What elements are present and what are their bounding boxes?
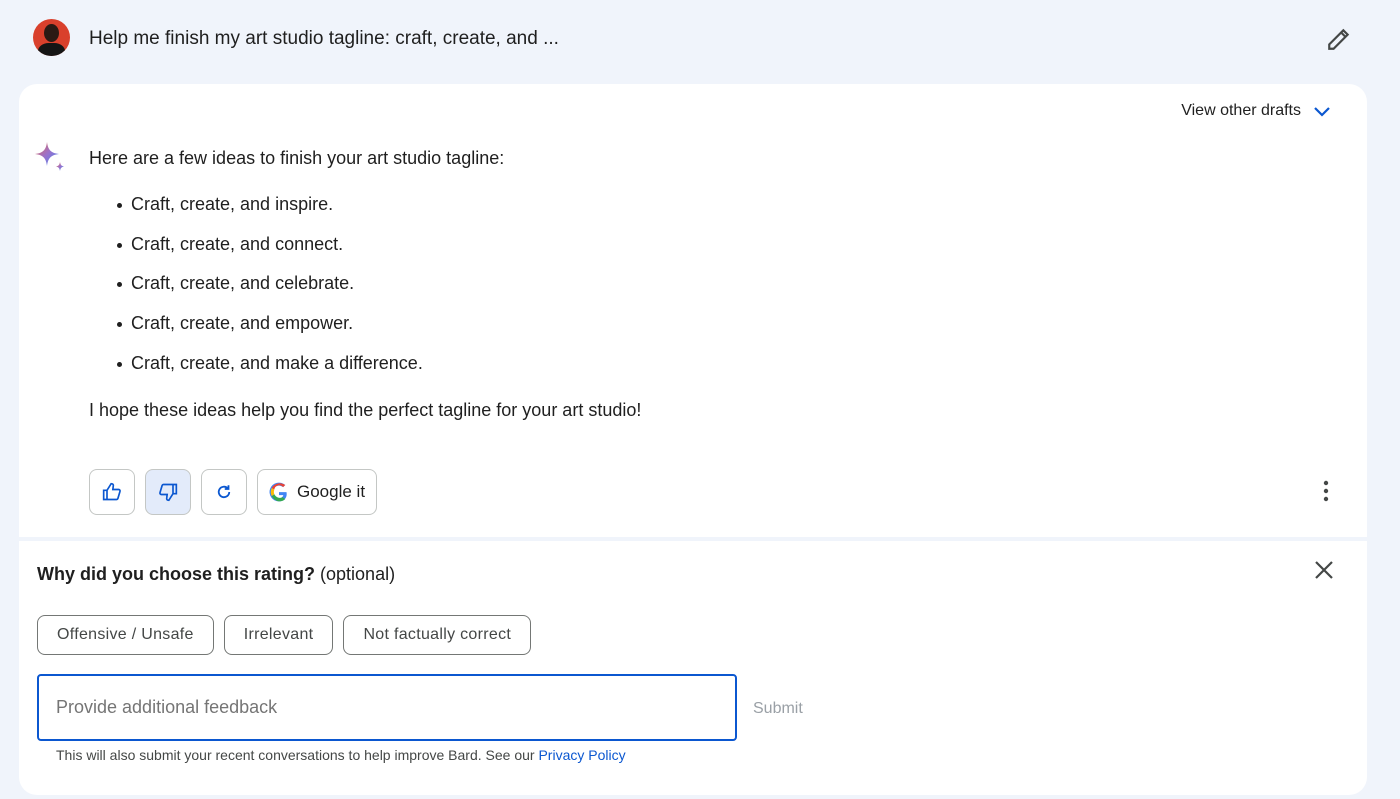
bard-sparkle-icon bbox=[35, 142, 64, 171]
list-item: Craft, create, and connect. bbox=[117, 234, 423, 274]
chip-not-factually-correct[interactable]: Not factually correct bbox=[343, 615, 532, 655]
chip-irrelevant[interactable]: Irrelevant bbox=[223, 615, 334, 655]
feedback-question: Why did you choose this rating? (optiona… bbox=[37, 564, 395, 585]
avatar bbox=[33, 19, 70, 56]
note-text: This will also submit your recent conver… bbox=[56, 747, 539, 763]
tagline-list: Craft, create, and inspire. Craft, creat… bbox=[117, 194, 423, 393]
google-it-label: Google it bbox=[297, 482, 366, 501]
list-item: Craft, create, and celebrate. bbox=[117, 273, 423, 313]
list-item: Craft, create, and inspire. bbox=[117, 194, 423, 234]
chevron-down-icon bbox=[1314, 107, 1330, 117]
thumbs-up-button[interactable] bbox=[89, 469, 135, 515]
submit-button[interactable]: Submit bbox=[753, 700, 803, 718]
refresh-icon bbox=[217, 485, 231, 499]
optional-label: (optional) bbox=[320, 564, 396, 584]
google-g-icon bbox=[269, 482, 287, 502]
list-item: Craft, create, and empower. bbox=[117, 313, 423, 353]
edit-pencil-icon[interactable] bbox=[1326, 26, 1352, 52]
question-text: Why did you choose this rating? bbox=[37, 564, 316, 584]
thumbs-up-icon bbox=[102, 482, 121, 501]
privacy-policy-link[interactable]: Privacy Policy bbox=[538, 747, 625, 763]
google-it-button[interactable]: Google it bbox=[257, 469, 378, 515]
feedback-input[interactable] bbox=[37, 674, 737, 741]
thumbs-down-button[interactable] bbox=[145, 469, 191, 515]
privacy-note: This will also submit your recent conver… bbox=[56, 747, 626, 763]
response-intro: Here are a few ideas to finish your art … bbox=[89, 148, 505, 168]
response-outro: I hope these ideas help you find the per… bbox=[89, 400, 642, 420]
chip-offensive-unsafe[interactable]: Offensive / Unsafe bbox=[37, 615, 214, 655]
regenerate-button[interactable] bbox=[201, 469, 247, 515]
more-vert-icon[interactable] bbox=[1321, 480, 1331, 502]
thumbs-down-icon bbox=[159, 483, 178, 502]
prompt-header: Help me finish my art studio tagline: cr… bbox=[0, 0, 1400, 80]
response-card: View other drafts Here are a few ideas t… bbox=[19, 84, 1367, 537]
view-other-drafts-button[interactable]: View other drafts bbox=[1181, 102, 1331, 120]
user-prompt: Help me finish my art studio tagline: cr… bbox=[89, 28, 559, 49]
feedback-panel: Why did you choose this rating? (optiona… bbox=[19, 541, 1367, 795]
view-drafts-label: View other drafts bbox=[1181, 102, 1301, 119]
list-item: Craft, create, and make a difference. bbox=[117, 353, 423, 393]
close-icon[interactable] bbox=[1313, 559, 1335, 581]
